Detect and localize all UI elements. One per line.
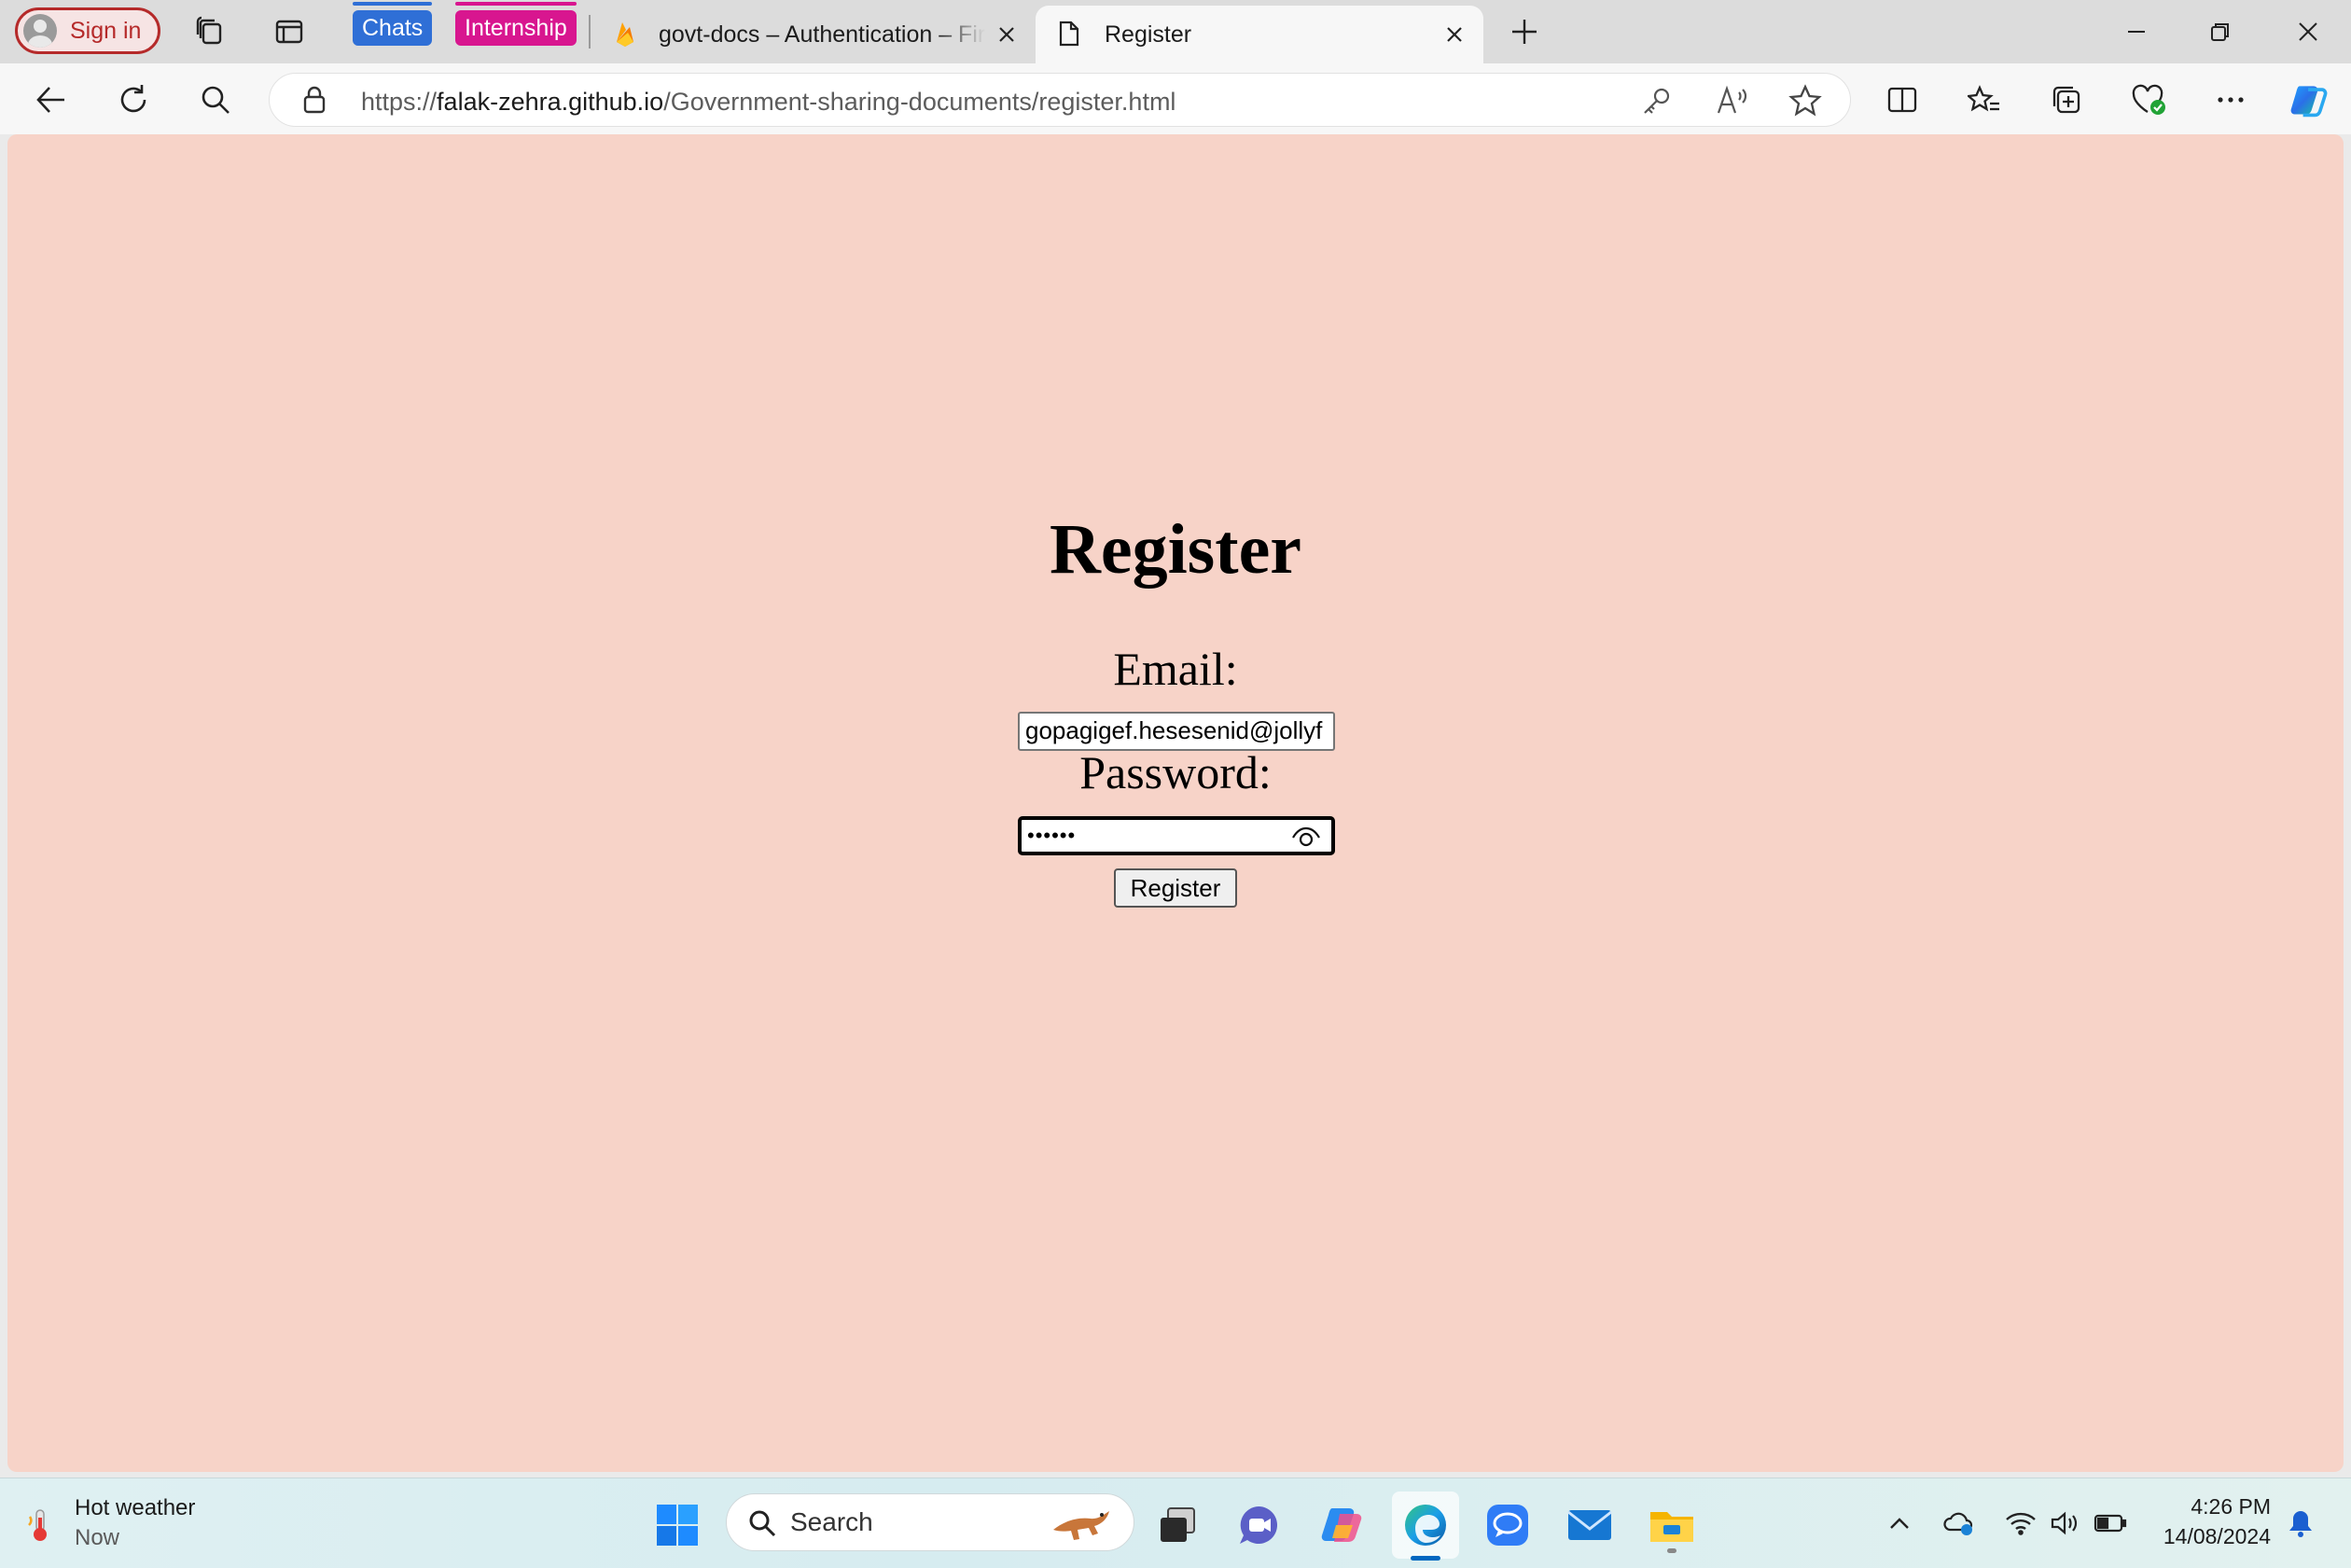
tab-title: govt-docs – Authentication – Firebase co… [659,21,985,48]
register-button[interactable]: Register [1114,868,1237,908]
tab-firebase-console[interactable]: govt-docs – Authentication – Firebase co… [606,6,1032,63]
tab-title: Register [1105,21,1192,48]
close-tab-icon[interactable] [991,19,1022,50]
lock-icon[interactable] [301,86,327,118]
collections-icon[interactable] [2047,80,2086,119]
more-options-icon[interactable] [2211,80,2250,119]
tab-group-indicator [455,2,577,6]
password-key-icon[interactable] [1641,85,1673,121]
address-bar[interactable]: https://falak-zehra.github.io/Government… [269,73,1851,127]
reveal-password-icon[interactable] [1290,825,1322,849]
avatar-icon [23,14,57,48]
back-icon[interactable] [32,80,71,119]
restore-icon[interactable] [2192,11,2248,52]
workspaces-icon[interactable] [192,13,230,50]
clock-date: 14/08/2024 [2163,1524,2271,1548]
favorite-star-icon[interactable] [1788,84,1822,122]
tab-group-label: Internship [455,10,577,46]
sign-in-label: Sign in [70,17,142,44]
copilot-icon[interactable] [2289,80,2329,119]
clock-time: 4:26 PM [2191,1494,2271,1519]
minimize-icon[interactable] [2108,11,2164,52]
password-value: •••••• [1027,824,1077,847]
copilot-app-icon[interactable] [1317,1499,1370,1551]
email-label: Email: [1113,643,1238,695]
weather-widget[interactable]: Hot weather Now [26,1495,195,1551]
weather-title: Hot weather [75,1495,196,1520]
new-tab-icon[interactable] [1506,13,1543,50]
url-scheme: https:// [361,88,438,116]
page-title: Register [1049,510,1302,589]
close-window-icon[interactable] [2280,11,2336,52]
page-viewport: Register Email: gopagigef.hesesenid@joll… [7,134,2344,1472]
tab-actions-icon[interactable] [271,13,308,50]
edge-app-icon[interactable] [1392,1492,1459,1561]
url-path: /Government-sharing-documents/register.h… [663,88,1176,116]
refresh-icon[interactable] [114,80,153,119]
read-aloud-icon[interactable] [1716,85,1751,121]
weather-subtitle: Now [75,1525,120,1550]
favorites-icon[interactable] [1965,80,2004,119]
search-icon[interactable] [196,80,235,119]
split-screen-icon[interactable] [1883,80,1922,119]
task-view-icon[interactable] [1151,1499,1203,1551]
show-hidden-icons-icon[interactable] [1881,1505,1918,1542]
onedrive-sync-icon[interactable] [1941,1505,1978,1542]
close-tab-icon[interactable] [1439,19,1470,50]
password-label: Password: [1079,746,1272,798]
chat-app-icon[interactable] [1482,1499,1534,1551]
teams-meet-icon[interactable] [1233,1499,1286,1551]
url-text[interactable]: https://falak-zehra.github.io/Government… [361,88,1176,117]
system-clock[interactable]: 4:26 PM 14/08/2024 [2163,1492,2271,1551]
tab-group-label: Chats [353,10,433,46]
search-highlight-icon [1050,1502,1115,1549]
tab-divider [589,15,591,49]
active-indicator [1411,1556,1440,1561]
open-indicator [1667,1548,1676,1553]
url-host: falak-zehra.github.io [437,88,664,116]
taskbar-search[interactable]: Search [726,1493,1134,1551]
email-value: gopagigef.hesesenid@jollyf [1025,716,1323,744]
thermometer-icon [26,1506,58,1548]
search-label: Search [790,1507,873,1536]
tab-strip: Sign in Chats Internship govt-docs – Aut… [0,0,2351,63]
firebase-icon [610,19,640,49]
page-icon [1054,19,1084,49]
start-icon[interactable] [651,1499,703,1551]
tab-register[interactable]: Register [1036,6,1483,63]
tab-group-indicator [353,2,433,6]
tab-group-internship[interactable]: Internship [455,2,577,50]
search-icon [747,1508,777,1543]
notifications-bell-icon[interactable] [2282,1505,2319,1542]
file-explorer-icon[interactable] [1646,1499,1698,1553]
mail-app-icon[interactable] [1564,1499,1616,1551]
battery-icon[interactable] [2092,1505,2129,1542]
taskbar: Hot weather Now Search 4:26 PM 14/08/202… [0,1478,2351,1568]
volume-icon[interactable] [2047,1505,2084,1542]
sign-in-button[interactable]: Sign in [15,7,160,54]
tab-group-chats[interactable]: Chats [353,2,433,50]
wifi-icon[interactable] [2002,1505,2039,1542]
browser-essentials-icon[interactable] [2129,80,2168,119]
password-field[interactable]: •••••• [1018,816,1335,855]
browser-toolbar: https://falak-zehra.github.io/Government… [0,63,2351,134]
